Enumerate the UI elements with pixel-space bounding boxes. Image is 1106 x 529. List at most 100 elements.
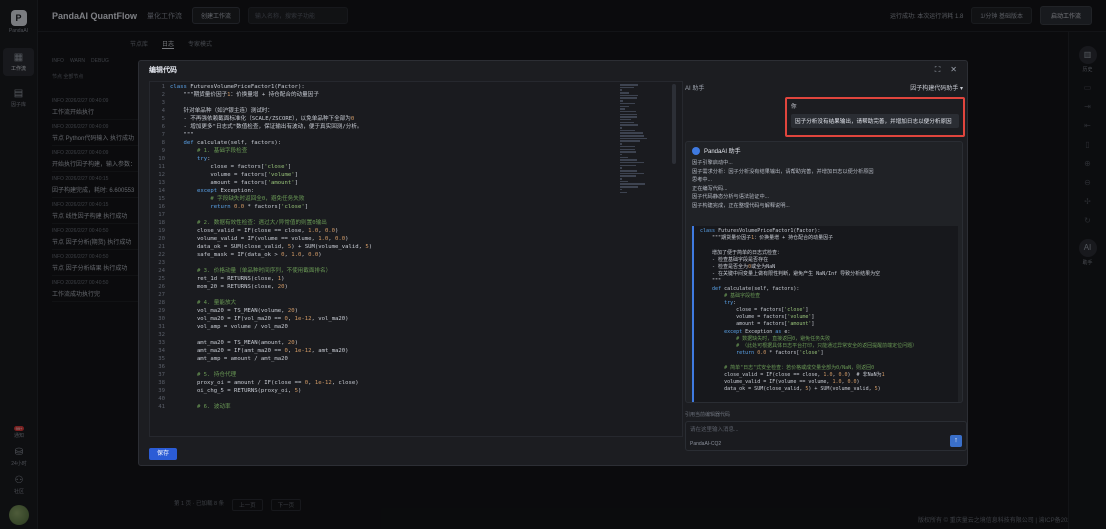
minimap-line <box>620 84 638 86</box>
line-numbers: 1 2 3 4 5 6 7 8 9 10 11 12 13 14 15 16 17 18 19 20 21 22 23 24 2… <box>150 82 168 436</box>
save-button[interactable]: 保存 <box>149 448 177 460</box>
line-number: 40 <box>158 396 165 402</box>
user-label: 你 <box>791 104 797 110</box>
minimap-line <box>620 97 638 99</box>
minimap-line <box>620 121 634 124</box>
modal-header: 编辑代码 ⛶ ✕ <box>139 61 967 79</box>
minimap-line <box>620 183 646 185</box>
minimap-line <box>620 164 636 167</box>
code-line: vol_ma20 = IF(vol_ma20 == 0, 1e-12, vol_… <box>170 316 349 322</box>
code-line: close_valid = IF(close == close, 1.0, 0.… <box>170 228 339 234</box>
line-number: 18 <box>158 220 165 226</box>
line-number: 7 <box>161 132 165 138</box>
line-number: 9 <box>161 148 165 154</box>
minimap-line <box>620 108 626 110</box>
line-number: 13 <box>158 180 165 186</box>
code-line: amt_amp = amount / amt_ma20 <box>170 356 288 362</box>
minimap-line <box>620 175 636 177</box>
minimap-line <box>620 167 622 169</box>
line-number: 19 <box>158 228 165 234</box>
line-number: 6 <box>161 124 165 130</box>
code-line: # 字段缺失时返回全0，避免任务失败 <box>170 196 305 202</box>
line-number: 26 <box>158 284 165 290</box>
ai-code-line: """期货量价因子1：价换量增 + 持仓配合的动量因子 <box>700 235 834 242</box>
ai-code-line <box>700 357 952 364</box>
assistant-header: AI 助手 因子构建代码助手 ▾ <box>681 81 967 93</box>
line-number: 14 <box>158 188 165 194</box>
line-number: 30 <box>158 316 165 322</box>
code-line: - 不再强依赖截面标准化（SCALE/ZSCORE），以免单品种下全部为0 <box>170 116 355 122</box>
ai-code-line: volume_valid = IF(volume == volume, 1.0,… <box>700 378 860 385</box>
minimap-line <box>620 135 644 137</box>
message-input[interactable]: 请在这里输入消息... PandaAI-CQ2 ↑ <box>685 421 967 451</box>
ai-code-line: 增加了便于简单的日志式检查： <box>700 249 783 256</box>
ai-response: PandaAI 助手 因子引擎启动中... 因子需求分析：因子分析没有结果输出，请… <box>685 141 963 403</box>
scrollbar[interactable] <box>672 84 676 164</box>
fullscreen-icon[interactable]: ⛶ <box>935 65 941 75</box>
code-line: amount = factors['amount'] <box>170 180 298 186</box>
user-message-text: 因子分析没有结果输出，请帮助完善，并增加日志以便分析原因 <box>791 114 959 128</box>
ai-code-line: # 简单"日志"式安全检查：若价格或成交量全部为0/NaN，则返回0 <box>700 364 875 371</box>
ai-name-row: PandaAI 助手 <box>686 142 962 159</box>
line-number: 21 <box>158 244 165 250</box>
status-line: 因子构建完成，正在整理代码与解释说明... <box>692 202 790 209</box>
line-number: 4 <box>161 108 165 114</box>
ai-code-line: data_ok = SUM(close_valid, 5) + SUM(volu… <box>700 386 881 393</box>
code-line: vol_amp = volume / vol_ma20 <box>170 324 288 330</box>
minimap-line <box>620 156 628 159</box>
code-line: amt_ma20 = IF(amt_ma20 == 0, 1e-12, amt_… <box>170 348 349 354</box>
minimap-line <box>620 105 629 107</box>
code-line: proxy_oi = amount / IF(close == 0, 1e-12… <box>170 380 359 386</box>
minimap[interactable] <box>620 84 656 204</box>
status-line: 因子引擎启动中... <box>692 160 733 166</box>
line-number: 3 <box>161 100 165 106</box>
modal-title: 编辑代码 <box>149 67 177 74</box>
status-line: 思考中... <box>692 177 712 184</box>
code-line: try: <box>196 156 211 162</box>
status-line: 因子需求分析：因子分析没有结果输出，请帮助完善，并增加日志以便分析原因 <box>692 168 874 175</box>
minimap-line <box>620 191 628 193</box>
code-editor[interactable]: 1 2 3 4 5 6 7 8 9 10 11 12 13 14 15 16 17 18 19 20 21 22 23 24 2… <box>149 81 683 437</box>
send-button[interactable]: ↑ <box>950 435 962 447</box>
assistant-picker-label: 因子构建代码助手 <box>910 85 959 92</box>
model-select[interactable]: PandaAI-CQ2 <box>690 441 721 447</box>
ai-code-line: # 基础字段检查 <box>700 292 761 299</box>
line-number: 34 <box>158 348 165 354</box>
minimap-line <box>620 172 644 175</box>
minimap-line <box>620 127 622 129</box>
ai-code-line: close = factors['close'] <box>700 307 809 314</box>
status-line: 正在编写代码... <box>692 185 728 192</box>
line-number: 25 <box>158 276 165 282</box>
minimap-line <box>620 94 639 97</box>
code-line: close = factors['close'] <box>170 164 292 170</box>
ai-code-line: except Exception as e: <box>724 328 791 335</box>
line-number: 17 <box>158 212 165 218</box>
minimap-line <box>620 118 632 121</box>
code-line: return 0.0 * factors['close'] <box>210 204 309 210</box>
assistant-input-area: 引用当前编辑器代码 请在这里输入消息... PandaAI-CQ2 ↑ <box>685 411 967 451</box>
code-content[interactable]: class FuturesVolumePriceFactor1(Factor):… <box>170 82 372 411</box>
line-number: 12 <box>158 172 165 178</box>
assistant-picker[interactable]: 因子构建代码助手 ▾ <box>910 83 963 92</box>
ai-code-block[interactable]: class FuturesVolumePriceFactor1(Factor):… <box>692 226 958 402</box>
line-number: 16 <box>158 204 165 210</box>
code-line: # 1. 基础字段检查 <box>170 148 248 154</box>
code-line: ret_1d = RETURNS(close, 1) <box>170 276 285 282</box>
line-number: 28 <box>158 300 165 306</box>
ai-code-line: try: <box>724 299 737 306</box>
close-icon[interactable]: ✕ <box>950 65 957 75</box>
line-number: 39 <box>158 388 165 394</box>
ai-code-line: volume = factors['volume'] <box>700 314 815 321</box>
minimap-line <box>620 170 638 172</box>
code-line: # 6. 波动率 <box>170 404 231 410</box>
line-number: 27 <box>158 292 165 298</box>
minimap-line <box>620 161 644 164</box>
context-toggle[interactable]: 引用当前编辑器代码 <box>685 411 967 418</box>
line-number: 24 <box>158 268 165 274</box>
line-number: 36 <box>158 364 165 370</box>
line-number: 1 <box>161 84 165 90</box>
